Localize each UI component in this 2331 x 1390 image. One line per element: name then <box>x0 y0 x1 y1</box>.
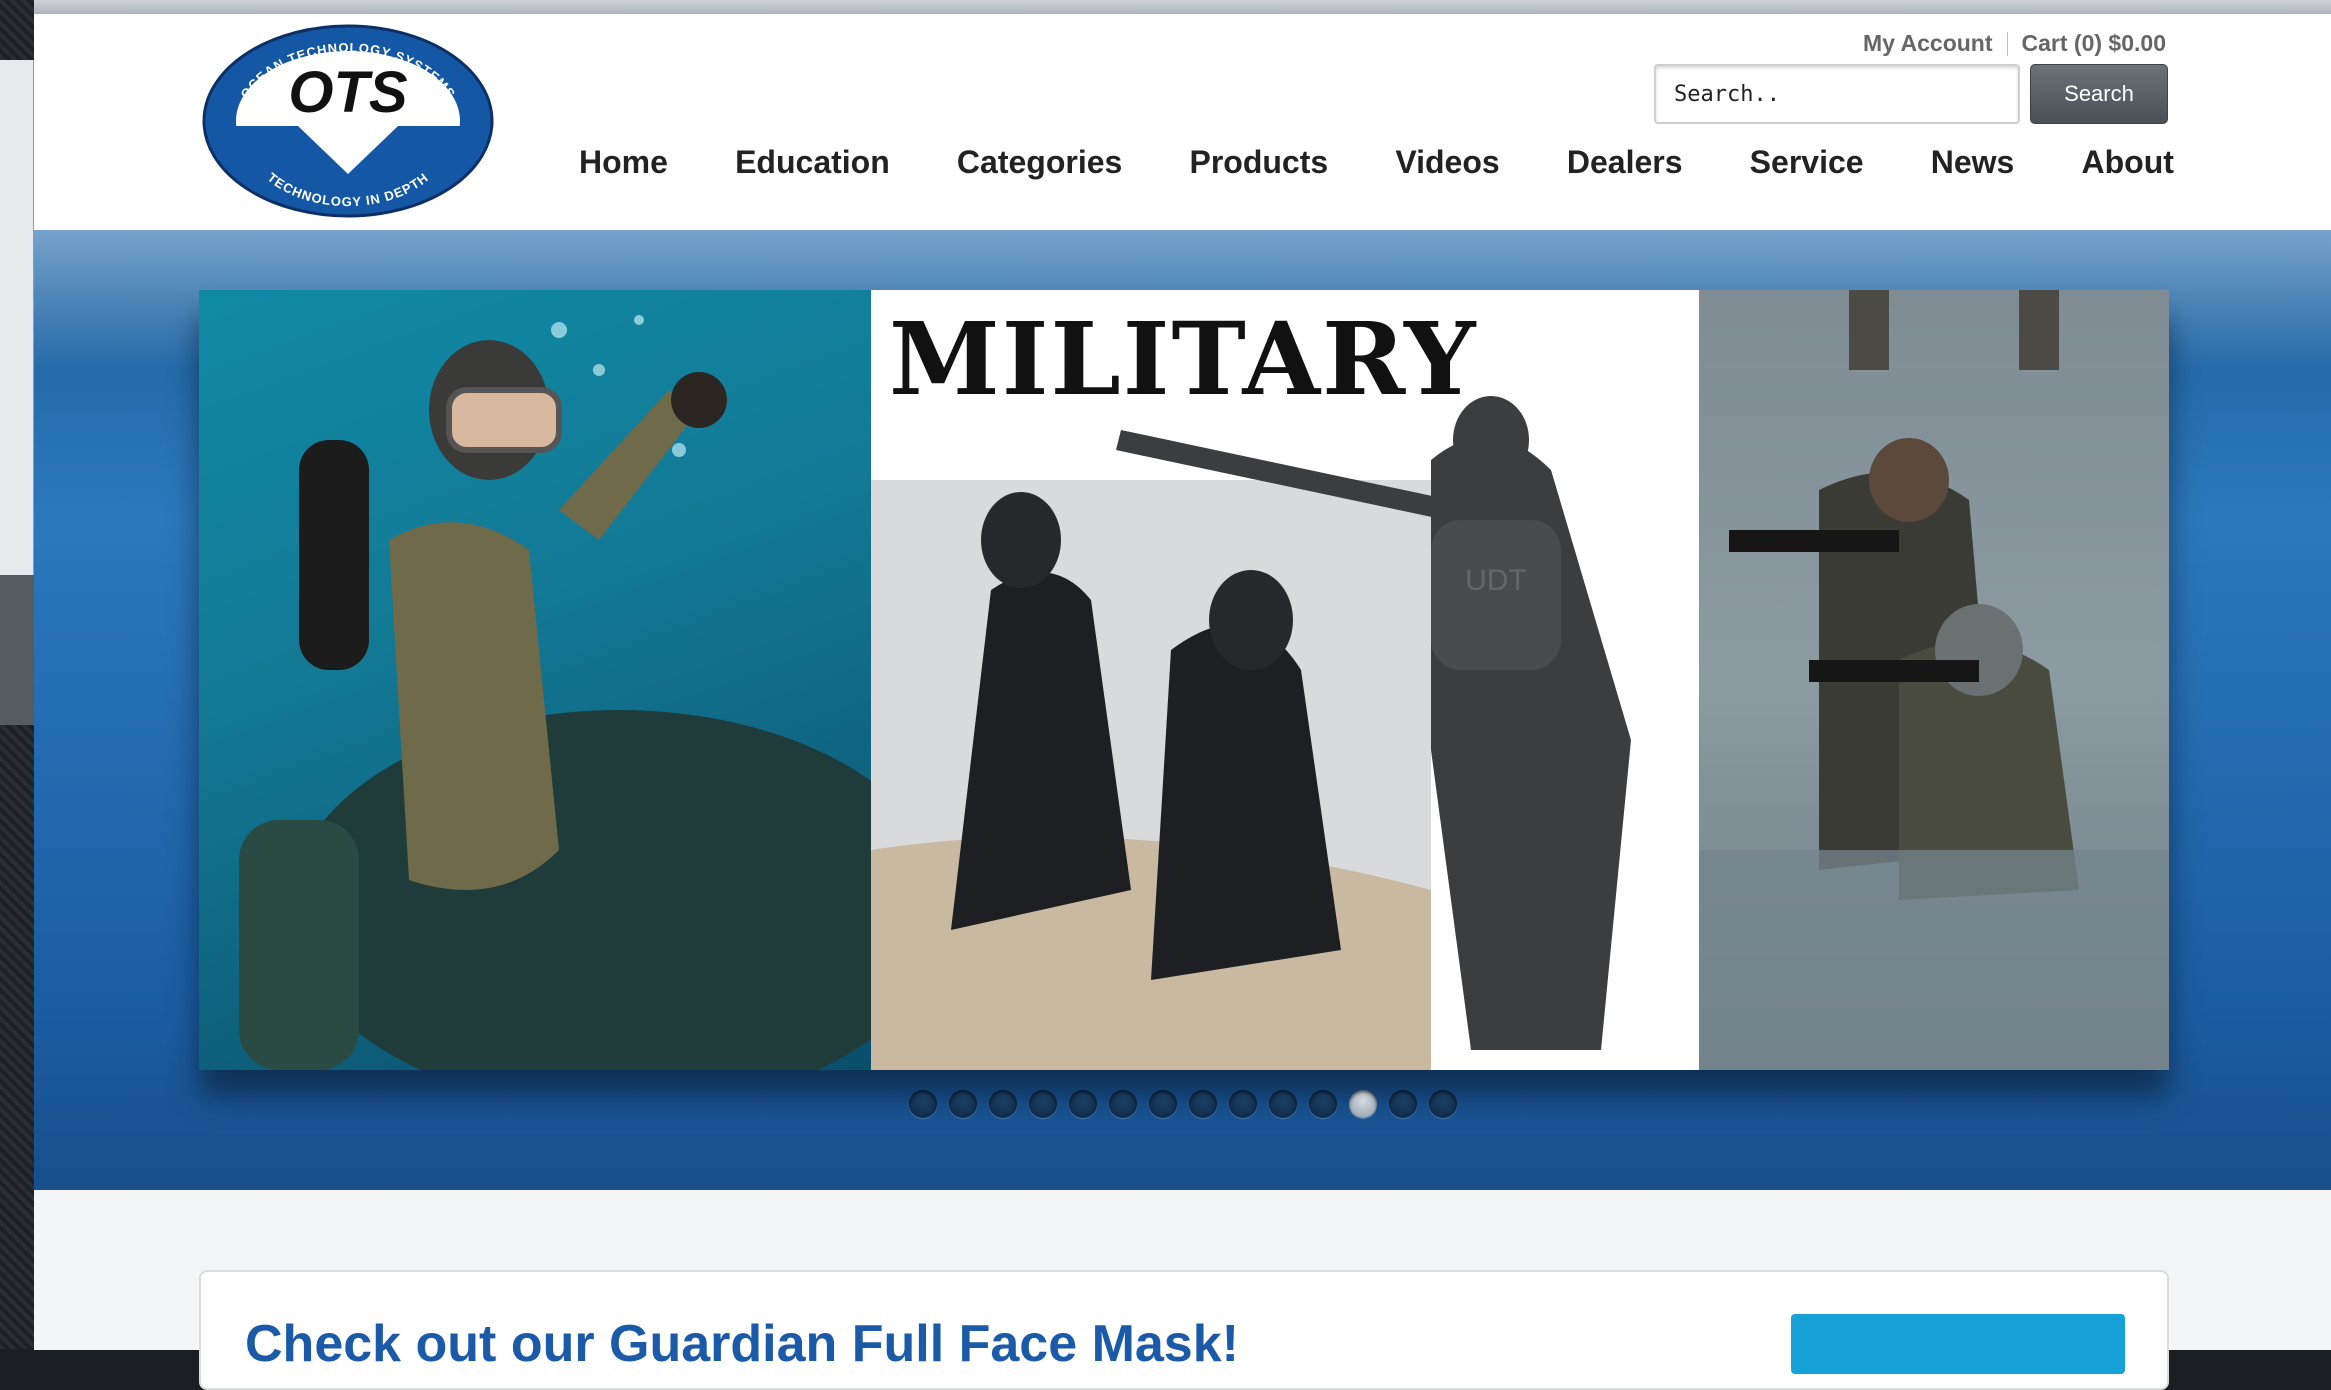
account-links: My Account Cart (0) $0.00 <box>1863 30 2166 57</box>
promo-button[interactable] <box>1791 1314 2125 1374</box>
site-header: OTS OCEAN TECHNOLOGY SYSTEMS TECHNOLOGY … <box>34 14 2331 230</box>
background-window-dark <box>0 575 34 725</box>
slider-dot[interactable] <box>1028 1090 1057 1118</box>
promo-title[interactable]: Check out our Guardian Full Face Mask! <box>245 1314 1239 1374</box>
search-input[interactable] <box>1654 64 2020 124</box>
slider-dot[interactable] <box>1308 1090 1337 1118</box>
slider-dot[interactable] <box>948 1090 977 1118</box>
nav-categories[interactable]: Categories <box>957 144 1122 181</box>
slider-dot[interactable] <box>1148 1090 1177 1118</box>
hero-slide[interactable]: MILITARY UDT <box>199 290 2169 1070</box>
soldiers-water-photo <box>1699 290 2169 1070</box>
nav-education[interactable]: Education <box>735 144 890 181</box>
slider-dot[interactable] <box>1268 1090 1297 1118</box>
udt-badge: UDT <box>1465 564 1527 597</box>
background-window-panel <box>0 60 34 580</box>
slider-dot[interactable] <box>1428 1090 1457 1118</box>
account-divider <box>2006 31 2008 56</box>
my-account-link[interactable]: My Account <box>1863 30 1993 57</box>
slider-dot[interactable] <box>1068 1090 1097 1118</box>
background-window-strip <box>0 0 2331 14</box>
content-area: Check out our Guardian Full Face Mask! <box>34 1190 2331 1390</box>
diver-photo <box>199 290 871 1070</box>
cart-link[interactable]: Cart (0) $0.00 <box>2022 30 2166 57</box>
search-button[interactable]: Search <box>2030 64 2168 124</box>
ots-logo[interactable]: OTS OCEAN TECHNOLOGY SYSTEMS TECHNOLOGY … <box>202 24 494 218</box>
slider-dot[interactable] <box>988 1090 1017 1118</box>
nav-products[interactable]: Products <box>1189 144 1328 181</box>
nav-service[interactable]: Service <box>1750 144 1864 181</box>
diver-illustration <box>239 315 871 1070</box>
slider-dot-active[interactable] <box>1348 1090 1377 1118</box>
slider-dot[interactable] <box>1108 1090 1137 1118</box>
slider-dot[interactable] <box>1188 1090 1217 1118</box>
slider-dot[interactable] <box>1228 1090 1257 1118</box>
military-panel: MILITARY UDT <box>871 290 1699 1070</box>
slider-dots <box>34 1090 2331 1118</box>
nav-videos[interactable]: Videos <box>1395 144 1499 181</box>
hero-banner: MILITARY UDT <box>34 230 2331 1190</box>
logo-text: OTS <box>288 60 408 125</box>
slider-dot[interactable] <box>908 1090 937 1118</box>
nav-dealers[interactable]: Dealers <box>1567 144 1683 181</box>
nav-news[interactable]: News <box>1931 144 2015 181</box>
nav-about[interactable]: About <box>2081 144 2173 181</box>
nav-home[interactable]: Home <box>579 144 668 181</box>
web-page: OTS OCEAN TECHNOLOGY SYSTEMS TECHNOLOGY … <box>34 14 2331 1390</box>
military-illustration: UDT <box>871 396 1631 1070</box>
main-nav: Home Education Categories Products Video… <box>579 144 2174 181</box>
slider-dot[interactable] <box>1388 1090 1417 1118</box>
soldiers-illustration <box>1699 290 2169 1070</box>
promo-box: Check out our Guardian Full Face Mask! <box>199 1270 2169 1390</box>
